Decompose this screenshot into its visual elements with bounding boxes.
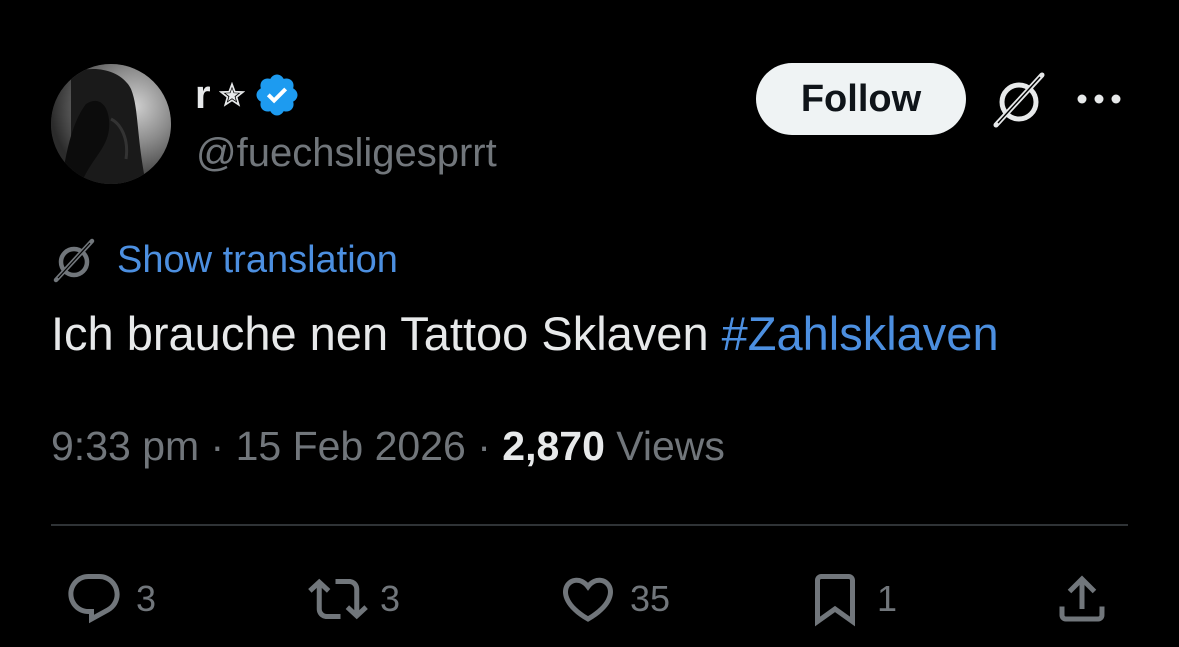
repost-count: 3 bbox=[380, 578, 401, 619]
tweet-date[interactable]: 15 Feb 2026 bbox=[236, 423, 466, 469]
tweet-meta: 9:33 pm · 15 Feb 2026 · 2,870 Views bbox=[51, 418, 725, 474]
follow-button[interactable]: Follow bbox=[756, 63, 966, 135]
reply-count: 3 bbox=[136, 578, 157, 619]
tweet-body: Ich brauche nen Tattoo Sklaven bbox=[51, 307, 722, 360]
divider bbox=[51, 524, 1128, 526]
heart-icon bbox=[562, 577, 614, 622]
tweet-text: Ich brauche nen Tattoo Sklaven #Zahlskla… bbox=[51, 303, 999, 365]
grok-translate-icon bbox=[53, 238, 95, 283]
share-icon bbox=[1059, 575, 1105, 622]
verified-badge-icon[interactable] bbox=[253, 71, 301, 119]
meta-separator: · bbox=[465, 423, 503, 469]
show-translation[interactable]: Show translation bbox=[51, 236, 398, 284]
grok-icon[interactable] bbox=[990, 71, 1048, 129]
author-handle[interactable]: @fuechsligesprrt bbox=[196, 128, 497, 178]
like-button[interactable]: 35 bbox=[558, 566, 670, 632]
bookmark-button[interactable]: 1 bbox=[805, 566, 897, 632]
repost-button[interactable]: 3 bbox=[308, 566, 400, 632]
hashtag-link[interactable]: #Zahlsklaven bbox=[722, 307, 999, 360]
display-name[interactable]: r bbox=[195, 75, 211, 115]
avatar-image bbox=[51, 64, 171, 184]
author-name-row[interactable]: r bbox=[195, 70, 301, 120]
more-icon[interactable] bbox=[1074, 84, 1124, 114]
bookmark-count: 1 bbox=[877, 578, 898, 619]
show-translation-link[interactable]: Show translation bbox=[117, 236, 398, 284]
like-count: 35 bbox=[630, 578, 671, 619]
avatar[interactable] bbox=[51, 64, 171, 184]
share-button[interactable] bbox=[1052, 566, 1112, 632]
reply-button[interactable]: 3 bbox=[64, 566, 156, 632]
tweet-time[interactable]: 9:33 pm bbox=[51, 423, 199, 469]
star-icon bbox=[218, 82, 245, 107]
meta-separator: · bbox=[199, 423, 236, 469]
views-count[interactable]: 2,870 bbox=[502, 423, 605, 469]
reply-icon bbox=[68, 574, 120, 624]
bookmark-icon bbox=[815, 574, 855, 627]
views-label[interactable]: Views bbox=[605, 423, 725, 469]
repost-icon bbox=[308, 578, 368, 620]
